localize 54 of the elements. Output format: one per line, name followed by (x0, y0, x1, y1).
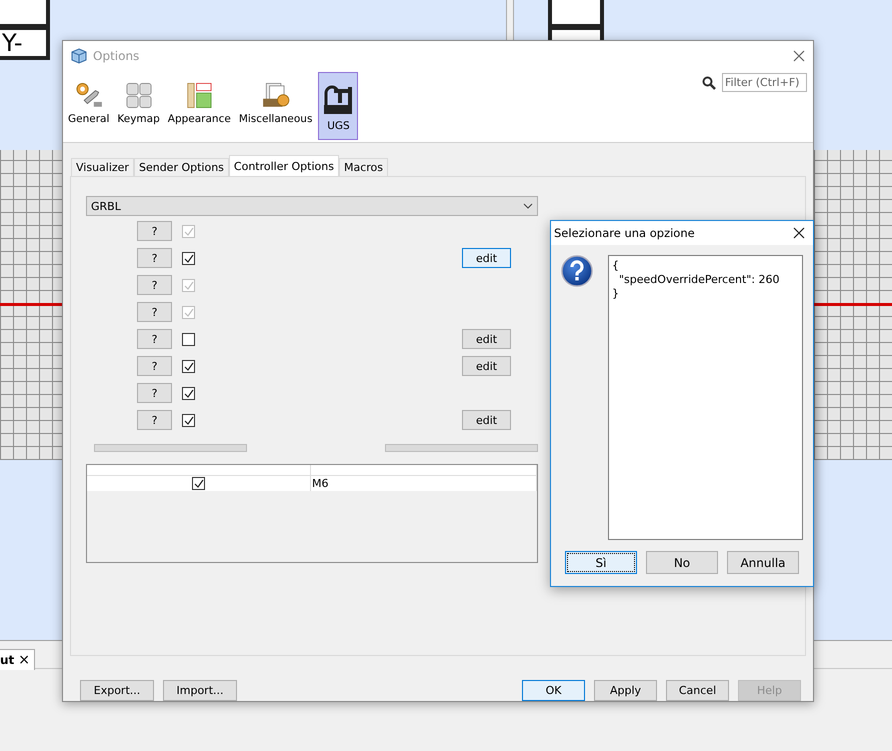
tab[interactable]: Macros (338, 158, 388, 176)
filter-field[interactable]: Filter (Ctrl+F) (722, 73, 807, 92)
tab-label: ut (0, 653, 14, 667)
dialog-button[interactable]: Import... (163, 680, 237, 701)
dialog-button[interactable]: Annulla (727, 551, 799, 574)
checkbox[interactable] (182, 360, 195, 372)
help-button[interactable]: ? (137, 356, 172, 376)
category-button[interactable]: Miscellaneous (236, 72, 314, 128)
category-button[interactable]: Keymap (115, 72, 162, 128)
tab[interactable]: Controller Options (228, 155, 339, 176)
help-button[interactable]: ? (137, 248, 172, 268)
dialog-title: Selezionare una opzione (554, 226, 695, 240)
help-button[interactable]: ? (137, 329, 172, 349)
checkbox[interactable] (192, 477, 205, 490)
dialog-button[interactable]: OK (522, 680, 585, 701)
checkbox[interactable] (182, 414, 195, 426)
search-icon (702, 76, 716, 90)
dialog-button[interactable]: Sì (565, 551, 637, 574)
category-button[interactable]: General (66, 72, 112, 128)
checkbox[interactable] (182, 252, 195, 264)
axis-line (0, 303, 62, 306)
help-button[interactable]: ? (137, 410, 172, 430)
question-icon (561, 255, 593, 287)
dialog-button[interactable]: Export... (80, 680, 154, 701)
dialog-button[interactable]: No (646, 551, 718, 574)
tab[interactable]: Visualizer (71, 158, 134, 176)
jog-key[interactable]: Y- (0, 26, 50, 60)
chevron-icon (523, 203, 533, 209)
documents-gear-icon (262, 83, 289, 107)
table-cell: M6 (311, 475, 537, 491)
text-area[interactable]: { "speedOverridePercent": 260 } (608, 255, 803, 540)
close-icon[interactable]: × (18, 652, 30, 668)
checkbox[interactable] (182, 386, 195, 400)
category-button[interactable]: Appearance (166, 72, 233, 128)
help-button[interactable]: ? (137, 383, 172, 403)
jog-key[interactable] (548, 0, 604, 28)
layout-icon (188, 83, 212, 108)
edit-button[interactable]: edit (462, 329, 511, 349)
window-title: Options (93, 48, 140, 62)
tab[interactable]: Sender Options (134, 158, 229, 176)
edit-button[interactable]: edit (462, 248, 511, 268)
edit-button[interactable]: edit (462, 356, 511, 376)
machine-icon (324, 86, 352, 114)
controller-dropdown[interactable]: GRBL (86, 196, 538, 216)
dialog-button[interactable]: Apply (594, 680, 657, 701)
cube-icon (71, 48, 87, 64)
output-tab[interactable]: ut × (0, 649, 36, 670)
close-icon[interactable] (793, 227, 805, 239)
keyboard-icon (126, 83, 152, 108)
edit-button[interactable]: edit (462, 410, 511, 430)
category-button[interactable]: UGS (318, 72, 358, 140)
dialog-button[interactable]: Cancel (666, 680, 729, 701)
checkbox[interactable] (182, 332, 195, 346)
gear-wrench-icon (76, 83, 102, 107)
